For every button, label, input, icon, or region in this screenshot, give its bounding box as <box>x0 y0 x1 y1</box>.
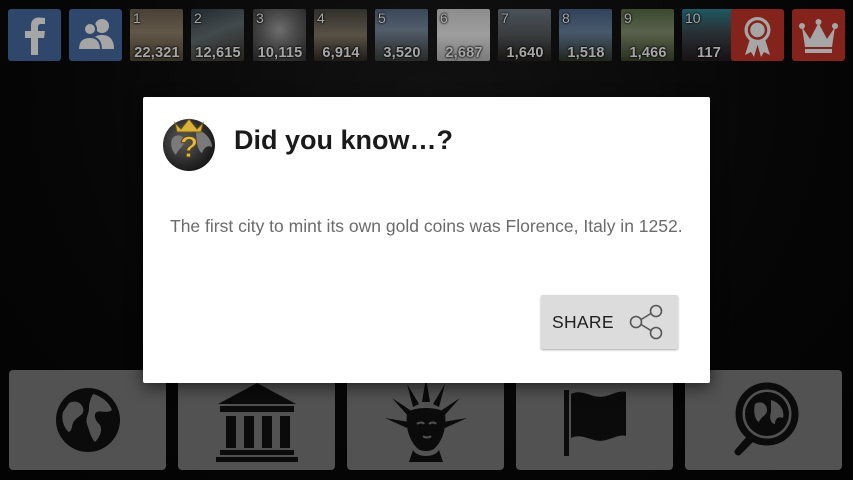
dialog-body: The first city to mint its own gold coin… <box>170 216 683 236</box>
globe-question-crown-icon: ? <box>163 118 215 171</box>
svg-text:?: ? <box>180 131 198 164</box>
dialog-title: Did you know…? <box>234 125 453 155</box>
share-button[interactable]: SHARE <box>541 295 678 349</box>
share-icon <box>629 304 663 340</box>
share-label: SHARE <box>552 312 614 332</box>
did-you-know-dialog: ? Did you know…? The first city to mint … <box>143 97 710 383</box>
